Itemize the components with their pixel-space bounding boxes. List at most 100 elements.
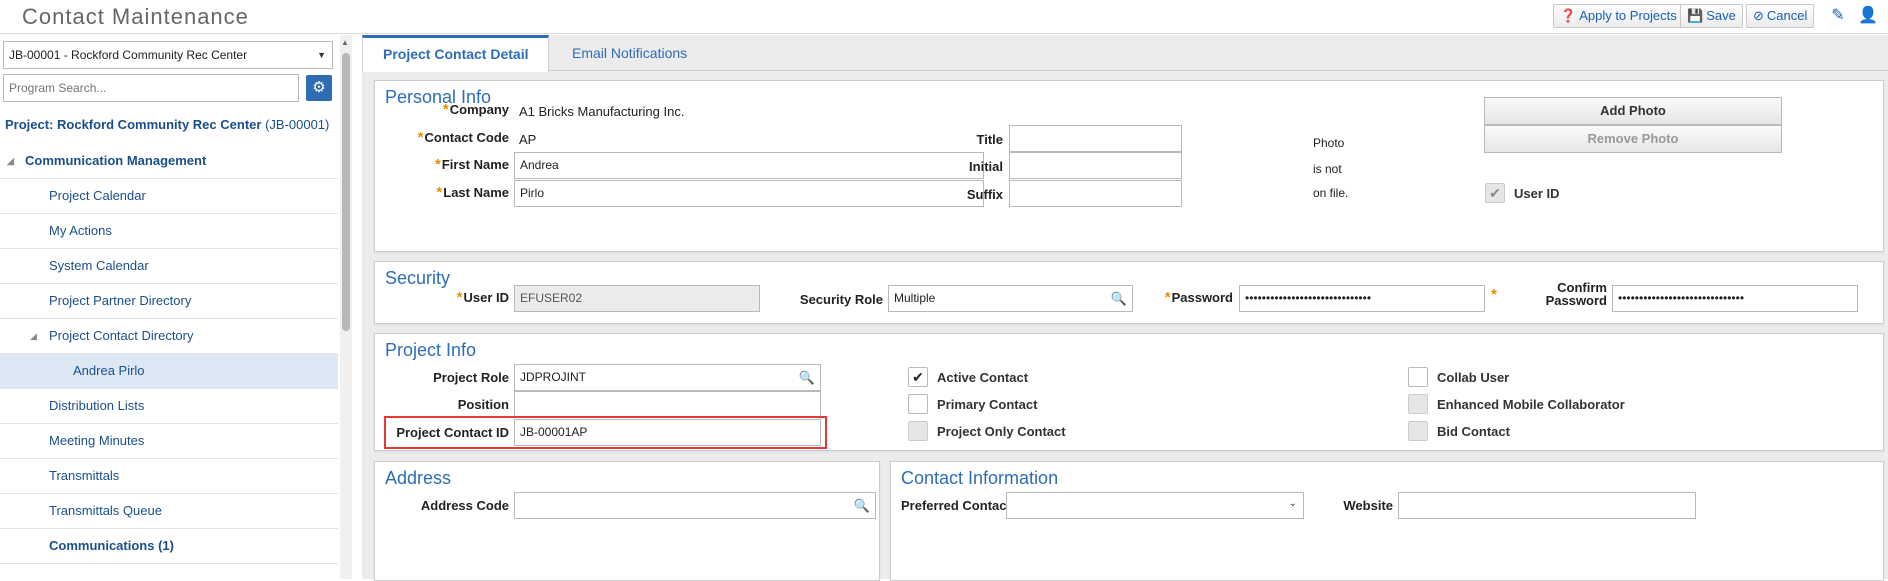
sidebar-item-communication-management[interactable]: ◢ Communication Management bbox=[0, 144, 338, 179]
user-id-checkbox[interactable]: ✔ bbox=[1485, 183, 1505, 203]
project-select[interactable]: JB-00001 - Rockford Community Rec Center… bbox=[3, 41, 333, 69]
address-title: Address bbox=[385, 468, 452, 488]
preferred-contact-select[interactable]: ⌄ bbox=[1006, 492, 1304, 519]
security-user-id-label-text: User ID bbox=[463, 290, 509, 305]
confirm-password-field[interactable]: •••••••••••••••••••••••••••••• bbox=[1612, 285, 1858, 312]
gear-icon[interactable]: ⚙ bbox=[306, 75, 332, 101]
project-role-field[interactable]: JDPROJINT 🔍 bbox=[514, 364, 821, 391]
sidebar-item-label: Project Contact Directory bbox=[49, 328, 194, 343]
search-icon[interactable]: 🔍 bbox=[854, 493, 870, 518]
initial-field[interactable] bbox=[1009, 152, 1182, 179]
confirm-password-label-line2: Password bbox=[1545, 293, 1607, 308]
main-content: Project Contact Detail Email Notificatio… bbox=[362, 35, 1888, 581]
user-icon[interactable]: 👤 bbox=[1858, 6, 1878, 26]
scrollbar-thumb[interactable] bbox=[342, 53, 350, 331]
enhanced-mobile-collaborator-checkbox[interactable] bbox=[1408, 394, 1428, 414]
required-asterisk: * bbox=[442, 101, 449, 118]
first-name-field[interactable]: Andrea bbox=[514, 152, 984, 179]
collab-user-checkbox[interactable] bbox=[1408, 367, 1428, 387]
tab-label: Project Contact Detail bbox=[383, 46, 529, 62]
project-only-contact-label: Project Only Contact bbox=[937, 424, 1066, 439]
position-field[interactable] bbox=[514, 391, 821, 418]
sidebar-item-system-calendar[interactable]: System Calendar bbox=[0, 249, 338, 284]
confirm-password-label: Confirm Password bbox=[1495, 281, 1607, 307]
cancel-label: Cancel bbox=[1766, 8, 1808, 23]
sidebar-item-label: Meeting Minutes bbox=[49, 433, 145, 448]
apply-to-projects-button[interactable]: ❓ Apply to Projects bbox=[1553, 4, 1684, 28]
required-asterisk: * bbox=[1164, 289, 1171, 306]
remove-photo-button[interactable]: Remove Photo bbox=[1484, 125, 1782, 153]
bid-contact-label: Bid Contact bbox=[1437, 424, 1510, 439]
chevron-down-icon: ▼ bbox=[317, 50, 326, 60]
save-label: Save bbox=[1706, 8, 1736, 23]
website-field[interactable] bbox=[1398, 492, 1696, 519]
search-icon[interactable]: 🔍 bbox=[1111, 286, 1127, 311]
sidebar-item-distribution-lists[interactable]: Distribution Lists bbox=[0, 389, 338, 424]
program-search-input[interactable] bbox=[3, 74, 299, 102]
tab-email-notifications[interactable]: Email Notifications bbox=[552, 35, 707, 71]
save-button[interactable]: 💾 Save bbox=[1680, 4, 1743, 28]
password-label: *Password bbox=[1145, 289, 1233, 306]
contact-code-label: *Contact Code bbox=[395, 129, 509, 146]
tab-bar: Project Contact Detail Email Notificatio… bbox=[362, 35, 1888, 72]
website-label: Website bbox=[1343, 498, 1393, 513]
cancel-button[interactable]: ⊘ Cancel bbox=[1746, 4, 1815, 28]
company-label: *Company bbox=[415, 101, 509, 118]
sidebar-item-my-actions[interactable]: My Actions bbox=[0, 214, 338, 249]
scroll-up-icon[interactable]: ▲ bbox=[341, 38, 349, 47]
project-heading-name: Project: Rockford Community Rec Center bbox=[5, 117, 262, 132]
required-asterisk: * bbox=[417, 129, 424, 146]
cancel-icon: ⊘ bbox=[1753, 8, 1764, 23]
suffix-field[interactable] bbox=[1009, 180, 1182, 207]
project-role-label: Project Role bbox=[433, 370, 509, 385]
primary-contact-label: Primary Contact bbox=[937, 397, 1038, 412]
password-field[interactable]: •••••••••••••••••••••••••••••• bbox=[1239, 285, 1485, 312]
sidebar-scrollbar[interactable]: ▲ bbox=[340, 35, 352, 579]
active-contact-checkbox[interactable]: ✔ bbox=[908, 367, 928, 387]
first-name-label-text: First Name bbox=[441, 157, 509, 172]
sidebar-item-project-calendar[interactable]: Project Calendar bbox=[0, 179, 338, 214]
address-code-field[interactable]: 🔍 bbox=[514, 492, 876, 519]
sidebar-item-label: Transmittals bbox=[49, 468, 120, 483]
sidebar-item-label: Distribution Lists bbox=[49, 398, 145, 413]
sidebar-item-andrea-pirlo[interactable]: Andrea Pirlo bbox=[0, 354, 338, 389]
sidebar-item-communications[interactable]: Communications (1) bbox=[0, 529, 338, 564]
add-photo-button[interactable]: Add Photo bbox=[1484, 97, 1782, 125]
security-role-label: Security Role bbox=[799, 292, 883, 307]
project-contact-id-field[interactable]: JB-00001AP bbox=[514, 419, 821, 446]
edit-icon[interactable]: ✎ bbox=[1828, 6, 1848, 26]
bid-contact-checkbox[interactable] bbox=[1408, 421, 1428, 441]
apply-to-projects-label: Apply to Projects bbox=[1579, 8, 1677, 23]
chevron-down-icon: ⌄ bbox=[1288, 498, 1297, 509]
project-only-contact-checkbox[interactable] bbox=[908, 421, 928, 441]
sidebar-item-project-contact-directory[interactable]: ◢ Project Contact Directory bbox=[0, 319, 338, 354]
sidebar: JB-00001 - Rockford Community Rec Center… bbox=[0, 35, 352, 579]
primary-contact-checkbox[interactable] bbox=[908, 394, 928, 414]
sidebar-item-transmittals[interactable]: Transmittals bbox=[0, 459, 338, 494]
app-title: Contact Maintenance bbox=[22, 4, 249, 29]
project-heading[interactable]: Project: Rockford Community Rec Center (… bbox=[5, 117, 329, 132]
title-label: Title bbox=[976, 132, 1004, 147]
active-contact-label: Active Contact bbox=[937, 370, 1029, 385]
search-icon[interactable]: 🔍 bbox=[799, 365, 815, 390]
preferred-contact-label: Preferred Contact bbox=[901, 498, 1011, 513]
last-name-field[interactable]: Pirlo bbox=[514, 180, 984, 207]
photo-status-line3: on file. bbox=[1313, 186, 1349, 200]
floppy-disk-icon: 💾 bbox=[1687, 8, 1704, 23]
sidebar-item-label: Communication Management bbox=[25, 153, 207, 168]
tab-project-contact-detail[interactable]: Project Contact Detail bbox=[362, 35, 550, 72]
title-field[interactable] bbox=[1009, 125, 1182, 152]
required-asterisk: * bbox=[434, 156, 441, 173]
contact-information-title: Contact Information bbox=[901, 468, 1059, 488]
company-value: A1 Bricks Manufacturing Inc. bbox=[519, 104, 685, 119]
security-role-value: Multiple bbox=[894, 291, 936, 305]
sidebar-item-project-partner-directory[interactable]: Project Partner Directory bbox=[0, 284, 338, 319]
security-panel: Security *User ID EFUSER02 Security Role… bbox=[374, 261, 1884, 324]
enhanced-mobile-collaborator-label: Enhanced Mobile Collaborator bbox=[1437, 397, 1625, 412]
sidebar-item-label: Project Calendar bbox=[49, 188, 146, 203]
sidebar-item-meeting-minutes[interactable]: Meeting Minutes bbox=[0, 424, 338, 459]
sidebar-item-label: Communications (1) bbox=[49, 538, 174, 553]
sidebar-item-transmittals-queue[interactable]: Transmittals Queue bbox=[0, 494, 338, 529]
security-role-field[interactable]: Multiple 🔍 bbox=[888, 285, 1133, 312]
photo-status-line2: is not bbox=[1313, 162, 1342, 176]
